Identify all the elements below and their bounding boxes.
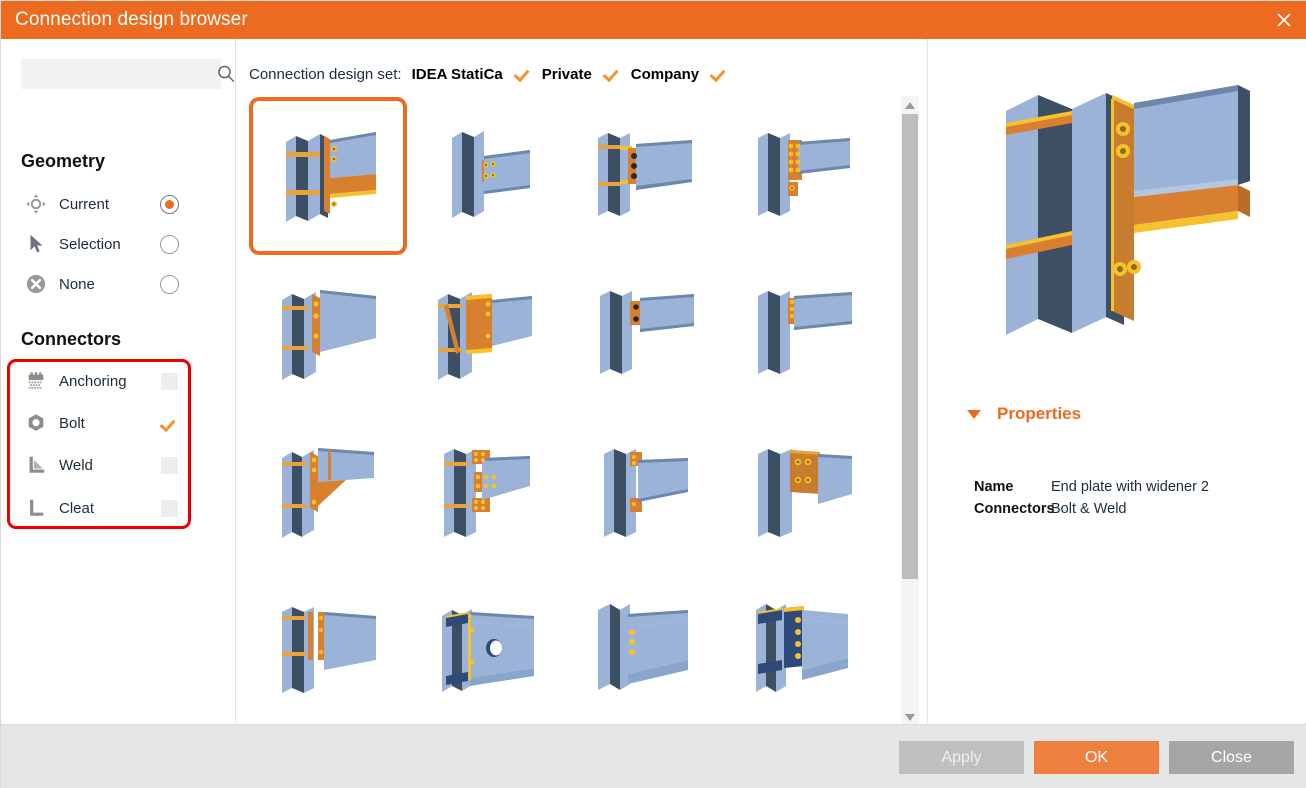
preview-image-end-plate-with-widener-2 (929, 49, 1306, 419)
design-item-fin-plate-two-bolts[interactable] (565, 255, 723, 413)
design-item-end-plate-bolted[interactable] (723, 97, 881, 255)
connection-design-browser-window: Connection design browser Geometry Curre… (0, 0, 1306, 788)
connector-option-label: Cleat (59, 499, 95, 517)
crosshair-icon (21, 189, 51, 219)
design-item-fin-plate-slim[interactable] (723, 255, 881, 413)
weld-icon (21, 450, 51, 480)
geometry-radio-none[interactable] (160, 274, 179, 294)
design-set-label: Connection design set: (249, 65, 402, 83)
search-input[interactable] (21, 60, 216, 88)
design-item-end-plate-with-haunch[interactable] (407, 255, 565, 413)
geometry-option-label: Current (59, 195, 110, 213)
geometry-option-label: Selection (59, 235, 121, 253)
connector-option-label: Weld (59, 456, 93, 474)
property-row-name: Name End plate with widener 2 (974, 476, 1209, 498)
connector-checkbox-anchoring[interactable] (161, 372, 178, 390)
connector-option-label: Bolt (59, 414, 85, 432)
properties-table: Name End plate with widener 2 Connectors… (974, 476, 1209, 520)
bolt-nut-icon (21, 408, 51, 438)
design-item-end-plate-with-rib[interactable] (249, 413, 407, 571)
close-icon[interactable] (1261, 1, 1306, 39)
design-item-angle-cleat[interactable] (565, 413, 723, 571)
design-item-end-plate-with-widener-2[interactable] (249, 97, 407, 255)
close-button[interactable]: Close (1169, 741, 1294, 774)
search-icon (216, 59, 236, 89)
window-title: Connection design browser (15, 9, 248, 30)
scrollbar-thumb[interactable] (902, 114, 918, 579)
design-set-checkbox-idea[interactable] (514, 65, 532, 83)
design-grid (249, 97, 897, 712)
cursor-arrow-icon (21, 229, 51, 259)
cleat-icon (21, 493, 51, 523)
connector-checkbox-weld[interactable] (161, 456, 178, 474)
property-value: End plate with widener 2 (1051, 479, 1209, 495)
geometry-option-none[interactable]: None (21, 267, 181, 301)
preview-panel: Properties (929, 39, 1306, 723)
circle-x-icon (21, 269, 51, 299)
geometry-option-current[interactable]: Current (21, 187, 181, 221)
design-set-name-company: Company (630, 65, 700, 83)
filter-sidebar: Geometry Current Selection None Connecto… (1, 39, 236, 723)
property-key: Name (974, 479, 1014, 495)
geometry-radio-selection[interactable] (160, 234, 179, 254)
connector-option-cleat[interactable]: Cleat (21, 491, 181, 525)
design-item-beam-with-opening[interactable] (407, 571, 565, 712)
chevron-up-icon[interactable] (901, 96, 919, 114)
design-grid-scroll-area (249, 97, 897, 712)
property-value: Bolt & Weld (1051, 501, 1127, 517)
design-grid-panel: Connection design set: IDEA StatiCa Priv… (236, 39, 928, 726)
design-item-fin-plate-bolted[interactable] (407, 97, 565, 255)
property-row-connectors: Connectors Bolt & Weld (974, 498, 1209, 520)
geometry-section-title: Geometry (21, 151, 106, 171)
design-item-bolted-end-plate-top[interactable] (723, 571, 881, 712)
design-item-splice-plate-bolted[interactable] (407, 413, 565, 571)
design-item-welded-beam-to-column[interactable] (565, 571, 723, 712)
connector-option-label: Anchoring (59, 372, 127, 390)
properties-title: Properties (997, 404, 1082, 423)
dialog-footer: Apply OK Close (1, 724, 1306, 788)
connector-option-bolt[interactable]: Bolt (21, 406, 181, 440)
grid-vertical-scrollbar[interactable] (901, 96, 919, 726)
properties-toggle[interactable]: Properties (967, 404, 1081, 424)
design-set-bar: Connection design set: IDEA StatiCa Priv… (249, 61, 728, 87)
design-set-checkbox-private[interactable] (603, 65, 621, 83)
dialog-body: Geometry Current Selection None Connecto… (1, 39, 1306, 726)
connector-option-weld[interactable]: Weld (21, 448, 181, 482)
connector-option-anchoring[interactable]: Anchoring (21, 364, 181, 398)
geometry-option-label: None (59, 275, 95, 293)
property-key: Connectors (974, 501, 1055, 517)
design-set-checkbox-company[interactable] (710, 65, 728, 83)
geometry-radio-current[interactable] (160, 194, 179, 214)
ok-button[interactable]: OK (1034, 741, 1159, 774)
anchoring-icon (21, 366, 51, 396)
search-box[interactable] (21, 59, 235, 89)
connector-checkbox-cleat[interactable] (161, 499, 178, 517)
title-bar: Connection design browser (1, 1, 1306, 39)
triangle-down-icon (967, 409, 981, 419)
connectors-section-title: Connectors (21, 329, 122, 349)
connector-checkbox-bolt[interactable] (161, 415, 178, 432)
design-item-fin-plate-three-bolts[interactable] (565, 97, 723, 255)
design-item-end-plate-flush[interactable] (249, 255, 407, 413)
design-item-double-fin-plate[interactable] (249, 571, 407, 712)
apply-button[interactable]: Apply (899, 741, 1024, 774)
design-set-name-private: Private (541, 65, 592, 83)
geometry-option-selection[interactable]: Selection (21, 227, 181, 261)
design-item-end-plate-extended[interactable] (723, 413, 881, 571)
design-set-name-idea: IDEA StatiCa (411, 65, 503, 83)
